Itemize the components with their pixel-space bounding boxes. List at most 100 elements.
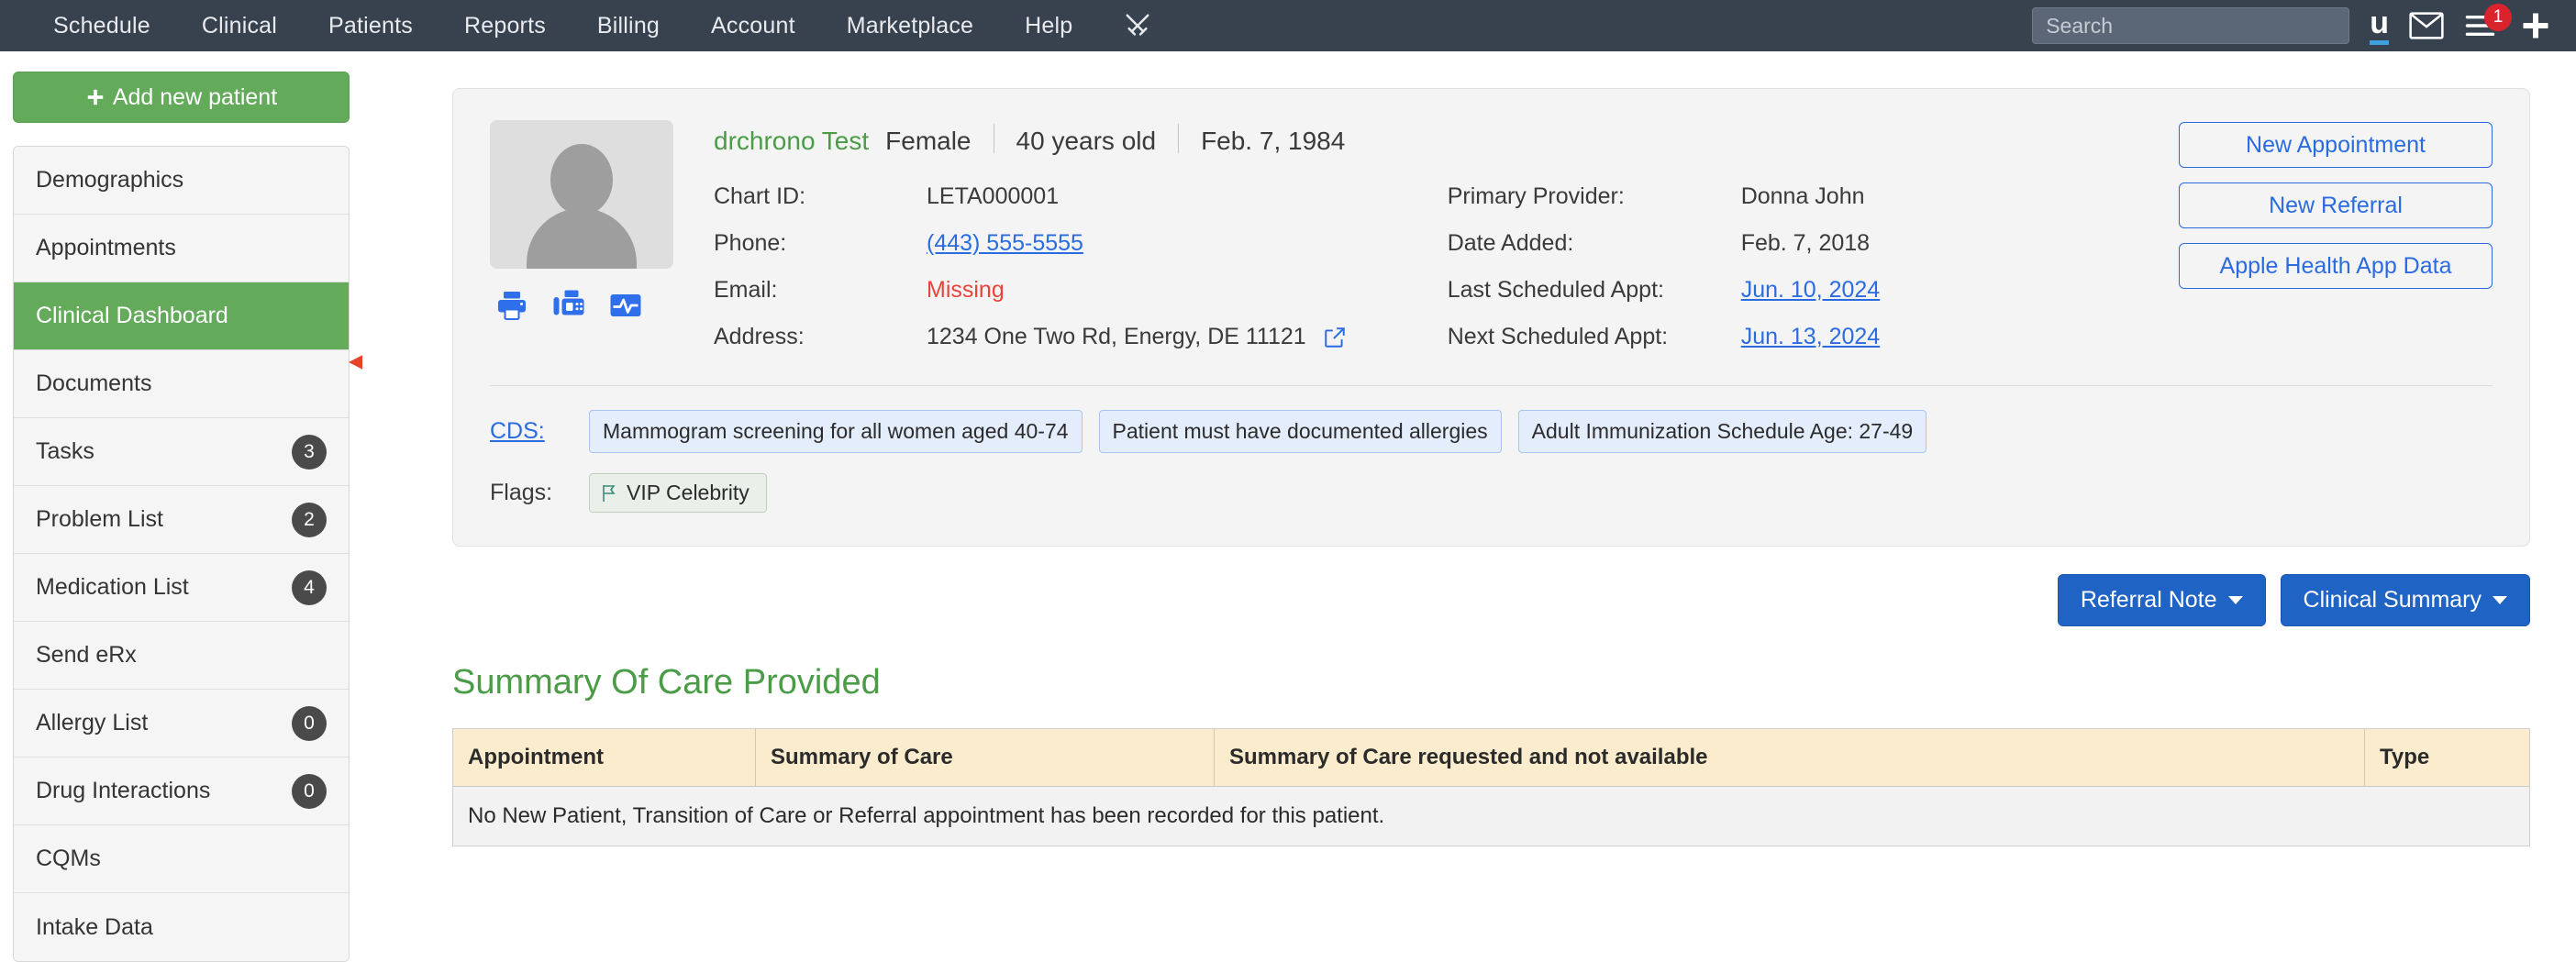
nav-item-schedule[interactable]: Schedule bbox=[28, 13, 176, 39]
date-added-value: Feb. 7, 2018 bbox=[1740, 230, 1871, 256]
flag-icon bbox=[603, 484, 616, 502]
nav-item-reports[interactable]: Reports bbox=[439, 13, 572, 39]
sidebar-item-label: Drug Interactions bbox=[36, 778, 211, 803]
document-buttons: Referral Note Clinical Summary bbox=[452, 574, 2530, 626]
address-value: 1234 One Two Rd, Energy, DE 11121 bbox=[927, 324, 1306, 349]
sidebar-item-documents[interactable]: Documents bbox=[14, 350, 349, 418]
top-nav-links: Schedule Clinical Patients Reports Billi… bbox=[0, 12, 1177, 39]
nav-item-clinical[interactable]: Clinical bbox=[176, 13, 303, 39]
new-appointment-button[interactable]: New Appointment bbox=[2179, 122, 2493, 168]
sidebar-item-appointments[interactable]: Appointments bbox=[14, 215, 349, 282]
sidebar-item-badge: 0 bbox=[292, 705, 327, 741]
sidebar-item-label: Documents bbox=[36, 370, 152, 396]
sidebar-item-badge: 0 bbox=[292, 773, 327, 809]
chart-id-value: LETA000001 bbox=[927, 183, 1060, 209]
external-link-icon[interactable] bbox=[1323, 326, 1347, 349]
plus-icon[interactable] bbox=[2519, 9, 2552, 42]
phone-value[interactable]: (443) 555-5555 bbox=[927, 230, 1347, 257]
patient-name[interactable]: drchrono Test bbox=[714, 127, 869, 156]
clinical-summary-dropdown[interactable]: Clinical Summary bbox=[2280, 574, 2530, 626]
sidebar-nav-list: Demographics Appointments Clinical Dashb… bbox=[13, 146, 350, 962]
sidebar-item-demographics[interactable]: Demographics bbox=[14, 147, 349, 215]
date-added-label: Date Added: bbox=[1447, 230, 1574, 256]
divider bbox=[1178, 124, 1180, 153]
next-appt-value[interactable]: Jun. 13, 2024 bbox=[1741, 324, 1881, 350]
card-divider bbox=[490, 385, 2493, 386]
column-header-requested-not-available: Summary of Care requested and not availa… bbox=[1214, 728, 2365, 787]
add-new-patient-label: Add new patient bbox=[112, 83, 278, 110]
nav-item-account[interactable]: Account bbox=[685, 13, 821, 39]
cds-chip-allergies[interactable]: Patient must have documented allergies bbox=[1098, 410, 1502, 453]
address-label: Address: bbox=[714, 324, 805, 349]
plus-icon bbox=[87, 89, 104, 105]
patient-dob: Feb. 7, 1984 bbox=[1201, 127, 1346, 155]
primary-provider-label: Primary Provider: bbox=[1447, 183, 1625, 209]
sidebar-item-label: Medication List bbox=[36, 574, 189, 600]
referral-note-dropdown[interactable]: Referral Note bbox=[2057, 574, 2266, 626]
new-referral-button[interactable]: New Referral bbox=[2179, 182, 2493, 228]
crossed-swords-icon[interactable] bbox=[1098, 12, 1177, 39]
sidebar-item-allergy-list[interactable]: Allergy List 0 bbox=[14, 690, 349, 757]
sidebar-item-badge: 2 bbox=[292, 502, 327, 537]
brand-u-icon[interactable]: u bbox=[2370, 7, 2389, 45]
sidebar-item-label: Send eRx bbox=[36, 642, 137, 668]
nav-item-help[interactable]: Help bbox=[999, 13, 1098, 39]
vitals-chart-icon[interactable] bbox=[607, 289, 644, 322]
search-input[interactable] bbox=[2032, 7, 2350, 44]
sidebar-item-label: Tasks bbox=[36, 438, 94, 464]
phone-label: Phone: bbox=[714, 230, 787, 256]
last-appt-value[interactable]: Jun. 10, 2024 bbox=[1741, 277, 1881, 304]
envelope-icon[interactable] bbox=[2409, 12, 2444, 39]
column-header-summary-of-care: Summary of Care bbox=[755, 728, 1215, 787]
sidebar-item-badge: 4 bbox=[292, 569, 327, 605]
patient-age: 40 years old bbox=[1016, 127, 1157, 155]
chart-id-label: Chart ID: bbox=[714, 183, 806, 209]
nav-item-marketplace[interactable]: Marketplace bbox=[821, 13, 999, 39]
sidebar-item-badge: 3 bbox=[292, 434, 327, 470]
cds-label[interactable]: CDS: bbox=[490, 418, 589, 445]
cds-chip-immunization[interactable]: Adult Immunization Schedule Age: 27-49 bbox=[1517, 410, 1927, 453]
avatar-head bbox=[550, 144, 613, 216]
sidebar-item-label: CQMs bbox=[36, 846, 101, 871]
column-header-appointment: Appointment bbox=[452, 728, 756, 787]
table-header-row: Appointment Summary of Care Summary of C… bbox=[452, 728, 2530, 787]
patient-left-fields: Chart ID: LETA000001 Phone: (443) 555-55… bbox=[714, 183, 1347, 350]
sidebar-item-send-erx[interactable]: Send eRx bbox=[14, 622, 349, 690]
sidebar-item-label: Allergy List bbox=[36, 710, 149, 735]
cds-chip-mammogram[interactable]: Mammogram screening for all women aged 4… bbox=[589, 410, 1083, 453]
sidebar-item-clinical-dashboard[interactable]: Clinical Dashboard bbox=[14, 282, 349, 350]
email-label: Email: bbox=[714, 277, 778, 303]
referral-note-label: Referral Note bbox=[2080, 587, 2217, 613]
flags-row: Flags: VIP Celebrity bbox=[490, 473, 2493, 513]
apple-health-app-data-button[interactable]: Apple Health App Data bbox=[2179, 243, 2493, 289]
sidebar-item-cqms[interactable]: CQMs bbox=[14, 825, 349, 893]
patient-header-card: drchrono Test Female 40 years old Feb. 7… bbox=[452, 88, 2530, 547]
add-new-patient-button[interactable]: Add new patient bbox=[13, 72, 350, 123]
fax-icon[interactable] bbox=[550, 289, 587, 322]
patient-sidebar: Add new patient Demographics Appointment… bbox=[0, 51, 362, 962]
chevron-down-icon bbox=[2227, 596, 2243, 604]
next-appt-label: Next Scheduled Appt: bbox=[1447, 324, 1669, 349]
table-row: No New Patient, Transition of Care or Re… bbox=[452, 786, 2530, 846]
primary-provider-value: Donna John bbox=[1740, 183, 1865, 209]
sidebar-item-label: Clinical Dashboard bbox=[36, 303, 228, 328]
print-icon[interactable] bbox=[494, 289, 530, 322]
nav-item-billing[interactable]: Billing bbox=[572, 13, 685, 39]
sidebar-item-label: Demographics bbox=[36, 167, 184, 193]
top-nav-utilities: u 1 bbox=[2032, 4, 2576, 45]
hamburger-list-icon[interactable]: 1 bbox=[2464, 4, 2512, 39]
patient-quick-actions bbox=[494, 289, 714, 322]
top-navbar: Schedule Clinical Patients Reports Billi… bbox=[0, 0, 2576, 51]
flag-chip-vip-celebrity[interactable]: VIP Celebrity bbox=[589, 473, 767, 513]
sidebar-item-problem-list[interactable]: Problem List 2 bbox=[14, 486, 349, 554]
page-title: Summary Of Care Provided bbox=[452, 663, 881, 702]
sidebar-item-medication-list[interactable]: Medication List 4 bbox=[14, 554, 349, 622]
sidebar-item-drug-interactions[interactable]: Drug Interactions 0 bbox=[14, 757, 349, 825]
nav-item-patients[interactable]: Patients bbox=[303, 13, 439, 39]
clinical-summary-label: Clinical Summary bbox=[2303, 587, 2482, 613]
sidebar-item-intake-data[interactable]: Intake Data bbox=[14, 893, 349, 961]
patient-action-buttons: New Appointment New Referral Apple Healt… bbox=[2179, 122, 2493, 289]
sidebar-item-tasks[interactable]: Tasks 3 bbox=[14, 418, 349, 486]
email-value: Missing bbox=[927, 277, 1005, 303]
notification-badge: 1 bbox=[2484, 4, 2512, 31]
